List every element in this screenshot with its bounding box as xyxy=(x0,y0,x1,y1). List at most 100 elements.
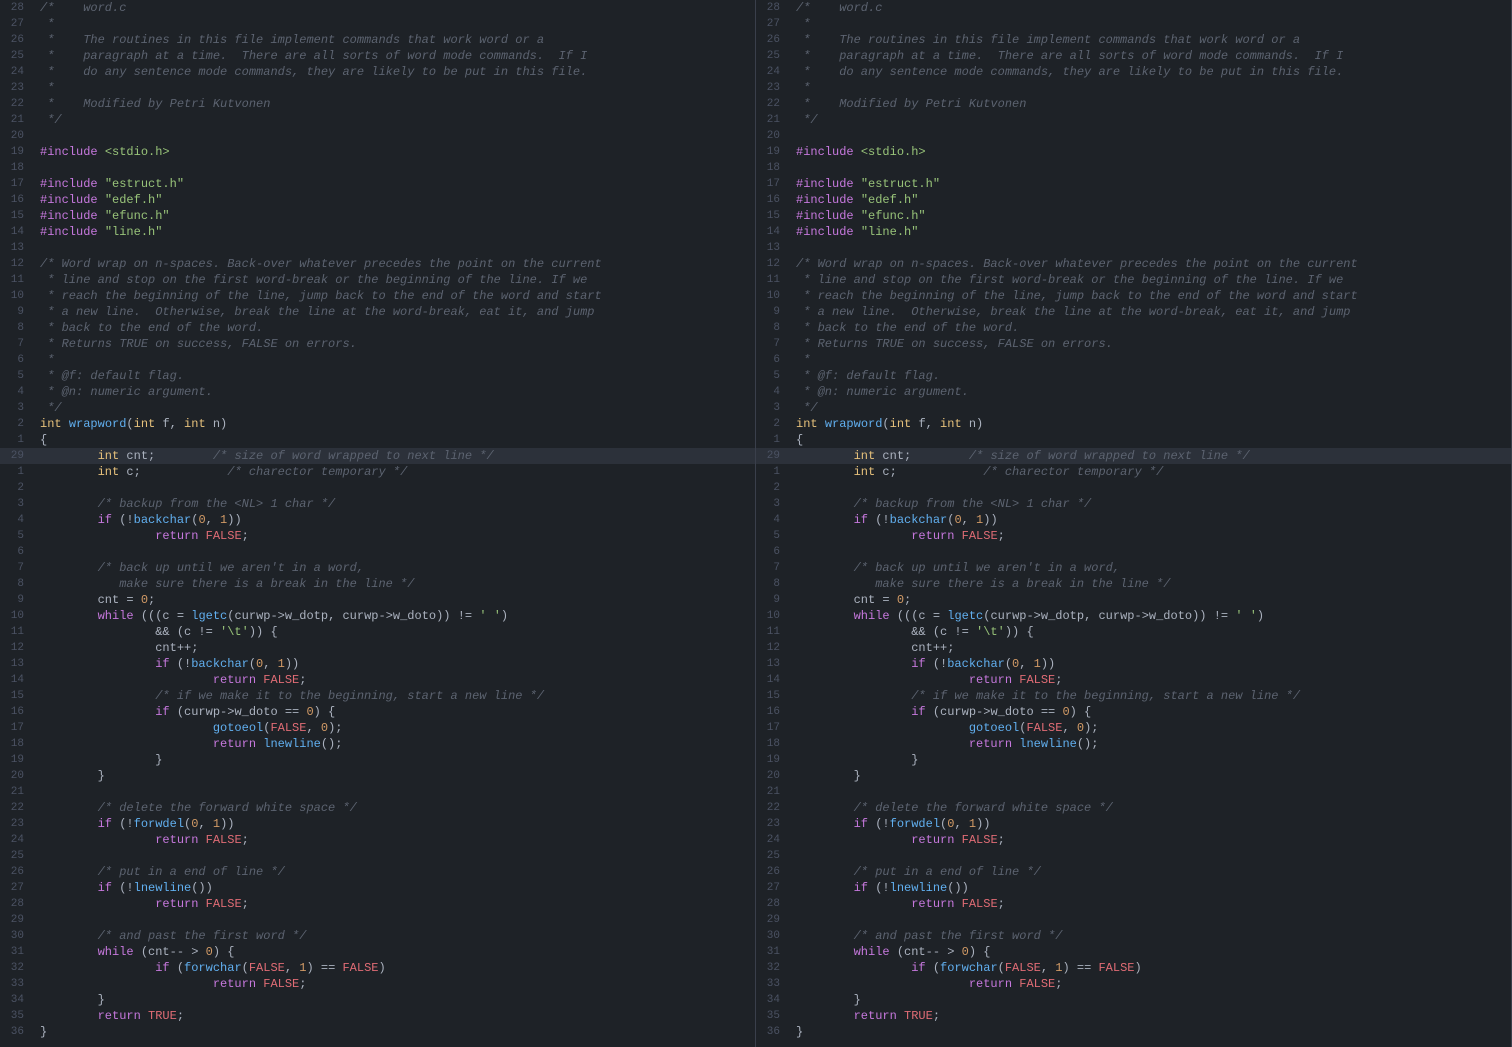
code-line: 16 #include "edef.h" xyxy=(0,192,755,208)
code-line: 13 xyxy=(756,240,1511,256)
code-line: 22 * Modified by Petri Kutvonen xyxy=(0,96,755,112)
code-line: 10 while (((c = lgetc(curwp->w_dotp, cur… xyxy=(0,608,755,624)
code-line: 15 /* if we make it to the beginning, st… xyxy=(756,688,1511,704)
code-line: 28 /* word.c xyxy=(756,0,1511,16)
code-line: 22 * Modified by Petri Kutvonen xyxy=(756,96,1511,112)
code-line: 6 * xyxy=(0,352,755,368)
code-line: 19 } xyxy=(0,752,755,768)
code-line: 15 #include "efunc.h" xyxy=(756,208,1511,224)
code-line: 19 } xyxy=(756,752,1511,768)
code-line: 7 * Returns TRUE on success, FALSE on er… xyxy=(0,336,755,352)
code-line: 29 xyxy=(756,912,1511,928)
code-line: 26 /* put in a end of line */ xyxy=(0,864,755,880)
code-line: 16 if (curwp->w_doto == 0) { xyxy=(0,704,755,720)
right-code: 28 /* word.c 27 * 26 * The routines in t… xyxy=(756,0,1511,1047)
code-line: 25 xyxy=(756,848,1511,864)
code-line: 35 return TRUE; xyxy=(756,1008,1511,1024)
code-line: 20 } xyxy=(0,768,755,784)
code-line: 4 if (!backchar(0, 1)) xyxy=(756,512,1511,528)
code-line: 21 */ xyxy=(756,112,1511,128)
code-line-highlighted: 29 int cnt; /* size of word wrapped to n… xyxy=(0,448,755,464)
code-line: 26 /* put in a end of line */ xyxy=(756,864,1511,880)
code-line: 7 * Returns TRUE on success, FALSE on er… xyxy=(756,336,1511,352)
code-line: 28 return FALSE; xyxy=(0,896,755,912)
code-line: 27 if (!lnewline()) xyxy=(0,880,755,896)
code-line: 5 * @f: default flag. xyxy=(756,368,1511,384)
code-line: 18 return lnewline(); xyxy=(756,736,1511,752)
code-line: 21 xyxy=(0,784,755,800)
code-line: 14 #include "line.h" xyxy=(756,224,1511,240)
code-line: 17 gotoeol(FALSE, 0); xyxy=(756,720,1511,736)
code-line: 8 * back to the end of the word. xyxy=(756,320,1511,336)
code-line: 34 } xyxy=(756,992,1511,1008)
code-line: 3 /* backup from the <NL> 1 char */ xyxy=(0,496,755,512)
code-line: 19 #include <stdio.h> xyxy=(756,144,1511,160)
code-line: 10 * reach the beginning of the line, ju… xyxy=(756,288,1511,304)
code-line: 26 * The routines in this file implement… xyxy=(756,32,1511,48)
code-line: 17 #include "estruct.h" xyxy=(0,176,755,192)
code-line: 14 return FALSE; xyxy=(756,672,1511,688)
code-line: 1 int c; /* charector temporary */ xyxy=(756,464,1511,480)
code-line: 11 * line and stop on the first word-bre… xyxy=(0,272,755,288)
code-line: 6 * xyxy=(756,352,1511,368)
code-line: 5 return FALSE; xyxy=(0,528,755,544)
code-line: 31 while (cnt-- > 0) { xyxy=(756,944,1511,960)
code-line: 21 */ xyxy=(0,112,755,128)
code-line: 22 /* delete the forward white space */ xyxy=(0,800,755,816)
code-line: 28 /* word.c xyxy=(0,0,755,16)
code-line: 2 int wrapword(int f, int n) xyxy=(0,416,755,432)
code-line: 33 return FALSE; xyxy=(0,976,755,992)
code-line: 24 return FALSE; xyxy=(0,832,755,848)
left-code: 28 /* word.c 27 * 26 * The routines in t… xyxy=(0,0,755,1047)
code-line: 9 cnt = 0; xyxy=(756,592,1511,608)
code-line: 4 if (!backchar(0, 1)) xyxy=(0,512,755,528)
code-line: 6 xyxy=(756,544,1511,560)
code-line: 28 return FALSE; xyxy=(756,896,1511,912)
code-line: 3 */ xyxy=(0,400,755,416)
code-line: 14 return FALSE; xyxy=(0,672,755,688)
code-line: 12 /* Word wrap on n-spaces. Back-over w… xyxy=(0,256,755,272)
code-line: 22 /* delete the forward white space */ xyxy=(756,800,1511,816)
code-line: 24 return FALSE; xyxy=(756,832,1511,848)
code-line: 31 while (cnt-- > 0) { xyxy=(0,944,755,960)
code-line: 7 /* back up until we aren't in a word, xyxy=(0,560,755,576)
code-line: 36 } xyxy=(756,1024,1511,1040)
code-line: 13 xyxy=(0,240,755,256)
code-line: 30 /* and past the first word */ xyxy=(0,928,755,944)
right-pane: 28 /* word.c 27 * 26 * The routines in t… xyxy=(756,0,1512,1047)
code-line: 20 } xyxy=(756,768,1511,784)
code-line: 23 * xyxy=(0,80,755,96)
code-line: 4 * @n: numeric argument. xyxy=(0,384,755,400)
code-line: 18 xyxy=(0,160,755,176)
code-line: 5 * @f: default flag. xyxy=(0,368,755,384)
code-line: 25 xyxy=(0,848,755,864)
code-line: 1 { xyxy=(756,432,1511,448)
code-line: 13 if (!backchar(0, 1)) xyxy=(0,656,755,672)
code-line: 35 return TRUE; xyxy=(0,1008,755,1024)
code-line: 24 * do any sentence mode commands, they… xyxy=(0,64,755,80)
code-line: 10 while (((c = lgetc(curwp->w_dotp, cur… xyxy=(756,608,1511,624)
code-line: 25 * paragraph at a time. There are all … xyxy=(756,48,1511,64)
code-line: 17 #include "estruct.h" xyxy=(756,176,1511,192)
code-line: 16 if (curwp->w_doto == 0) { xyxy=(756,704,1511,720)
code-line: 12 /* Word wrap on n-spaces. Back-over w… xyxy=(756,256,1511,272)
code-line: 9 cnt = 0; xyxy=(0,592,755,608)
code-line: 20 xyxy=(756,128,1511,144)
code-line: 8 * back to the end of the word. xyxy=(0,320,755,336)
code-line: 4 * @n: numeric argument. xyxy=(756,384,1511,400)
code-line: 2 xyxy=(0,480,755,496)
left-pane: 28 /* word.c 27 * 26 * The routines in t… xyxy=(0,0,756,1047)
code-line: 9 * a new line. Otherwise, break the lin… xyxy=(756,304,1511,320)
code-line: 34 } xyxy=(0,992,755,1008)
code-line: 5 return FALSE; xyxy=(756,528,1511,544)
code-line: 18 return lnewline(); xyxy=(0,736,755,752)
code-line: 15 /* if we make it to the beginning, st… xyxy=(0,688,755,704)
code-line: 23 if (!forwdel(0, 1)) xyxy=(0,816,755,832)
code-line: 18 xyxy=(756,160,1511,176)
code-line: 12 cnt++; xyxy=(756,640,1511,656)
code-line: 10 * reach the beginning of the line, ju… xyxy=(0,288,755,304)
code-line: 13 if (!backchar(0, 1)) xyxy=(756,656,1511,672)
code-line: 23 * xyxy=(756,80,1511,96)
code-line: 24 * do any sentence mode commands, they… xyxy=(756,64,1511,80)
code-line: 30 /* and past the first word */ xyxy=(756,928,1511,944)
